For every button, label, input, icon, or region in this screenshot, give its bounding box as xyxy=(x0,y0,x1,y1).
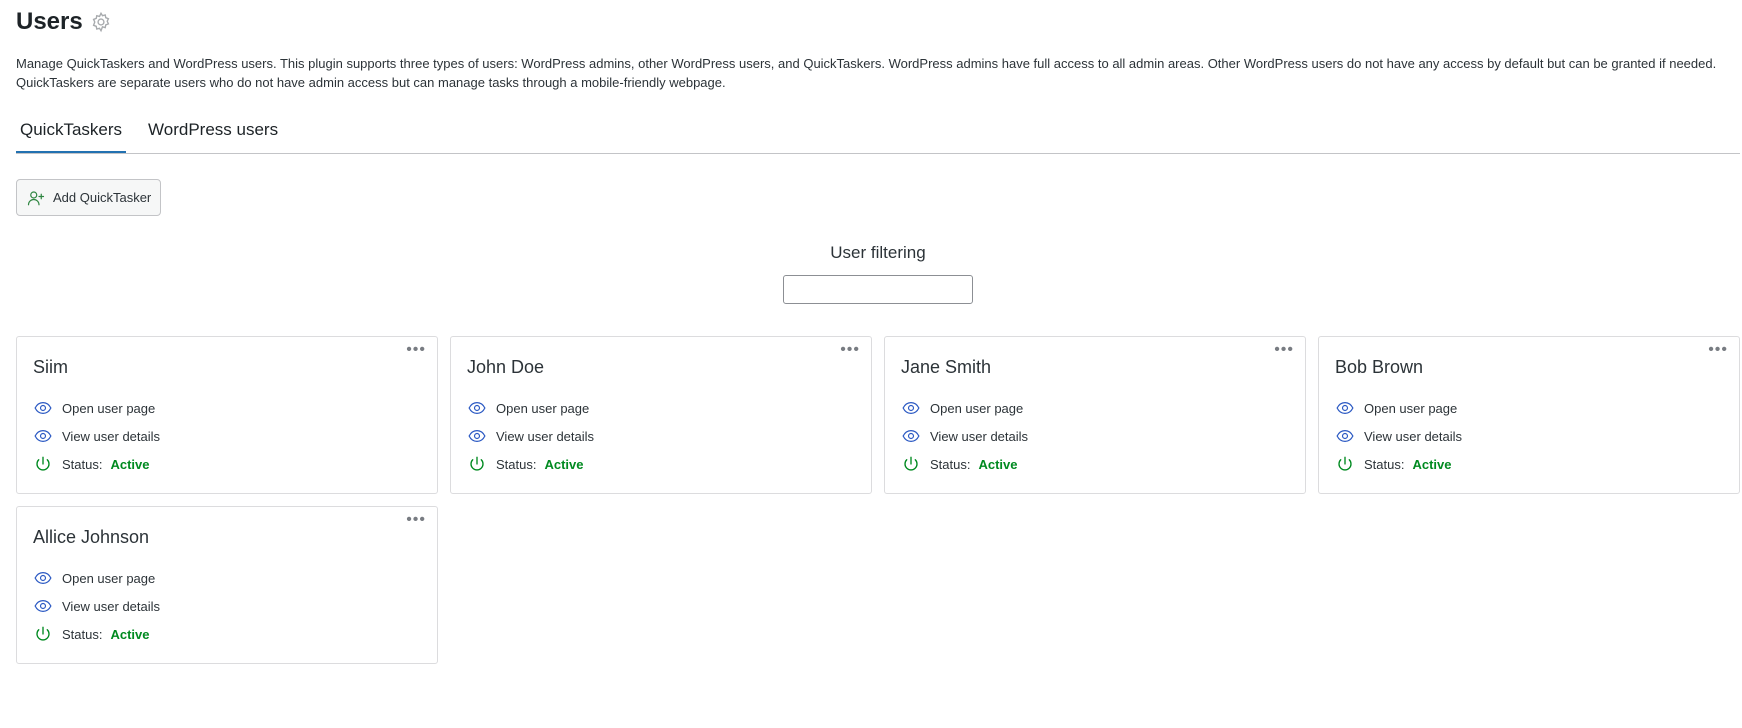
users-page: Users Manage QuickTaskers and WordPress … xyxy=(0,0,1742,664)
open-user-page-label: Open user page xyxy=(62,400,156,416)
status-label: Status: xyxy=(496,456,537,472)
status-row[interactable]: Status: Active xyxy=(901,450,1289,478)
status-value: Active xyxy=(978,456,1018,472)
view-user-details-link[interactable]: View user details xyxy=(1335,422,1723,450)
tab-bar: QuickTaskers WordPress users xyxy=(16,114,1740,154)
user-card: ••• Bob Brown Open user page View user d… xyxy=(1318,336,1740,494)
view-user-details-label: View user details xyxy=(496,428,595,444)
open-user-page-label: Open user page xyxy=(496,400,590,416)
user-plus-icon xyxy=(27,189,45,207)
user-name: Jane Smith xyxy=(901,357,992,377)
view-user-details-link[interactable]: View user details xyxy=(467,422,855,450)
status-value: Active xyxy=(1412,456,1452,472)
user-name: John Doe xyxy=(467,357,545,377)
more-dots-icon[interactable]: ••• xyxy=(406,512,426,528)
status-row[interactable]: Status: Active xyxy=(33,450,421,478)
user-card: ••• John Doe Open user page View user de… xyxy=(450,336,872,494)
status-label: Status: xyxy=(930,456,971,472)
user-name: Siim xyxy=(33,357,68,377)
status-value: Active xyxy=(110,456,150,472)
user-name: Bob Brown xyxy=(1335,357,1424,377)
open-user-page-link[interactable]: Open user page xyxy=(33,394,421,422)
eye-icon xyxy=(33,398,53,418)
power-icon xyxy=(1335,454,1355,474)
eye-icon xyxy=(467,426,487,446)
status-label: Status: xyxy=(62,626,103,642)
user-name: Allice Johnson xyxy=(33,527,150,547)
power-icon xyxy=(901,454,921,474)
power-icon xyxy=(33,454,53,474)
view-user-details-link[interactable]: View user details xyxy=(33,592,421,620)
view-user-details-link[interactable]: View user details xyxy=(901,422,1289,450)
status-value: Active xyxy=(544,456,584,472)
tab-quicktaskers[interactable]: QuickTaskers xyxy=(16,114,127,153)
view-user-details-label: View user details xyxy=(930,428,1029,444)
more-dots-icon[interactable]: ••• xyxy=(406,342,426,358)
filter-title: User filtering xyxy=(830,243,926,262)
tab-wordpress-users[interactable]: WordPress users xyxy=(144,114,282,153)
view-user-details-label: View user details xyxy=(62,428,161,444)
view-user-details-label: View user details xyxy=(1364,428,1463,444)
open-user-page-label: Open user page xyxy=(1364,400,1458,416)
open-user-page-link[interactable]: Open user page xyxy=(33,564,421,592)
add-quicktasker-button[interactable]: Add QuickTasker xyxy=(16,179,162,216)
open-user-page-link[interactable]: Open user page xyxy=(901,394,1289,422)
user-filtering: User filtering xyxy=(16,243,1740,304)
page-header: Users xyxy=(16,6,1726,38)
status-value: Active xyxy=(110,626,150,642)
user-cards: ••• Siim Open user page View user detail… xyxy=(16,336,1742,664)
eye-icon xyxy=(1335,398,1355,418)
more-dots-icon[interactable]: ••• xyxy=(1274,342,1294,358)
toolbar: Add QuickTasker xyxy=(16,179,1726,216)
status-row[interactable]: Status: Active xyxy=(33,620,421,648)
eye-icon xyxy=(33,568,53,588)
user-card: ••• Jane Smith Open user page View user … xyxy=(884,336,1306,494)
power-icon xyxy=(467,454,487,474)
eye-icon xyxy=(33,596,53,616)
eye-icon xyxy=(901,426,921,446)
more-dots-icon[interactable]: ••• xyxy=(1708,342,1728,358)
filter-input[interactable] xyxy=(783,275,973,304)
page-description: Manage QuickTaskers and WordPress users.… xyxy=(16,56,1717,90)
eye-icon xyxy=(467,398,487,418)
open-user-page-label: Open user page xyxy=(930,400,1024,416)
view-user-details-label: View user details xyxy=(62,598,161,614)
view-user-details-link[interactable]: View user details xyxy=(33,422,421,450)
status-row[interactable]: Status: Active xyxy=(1335,450,1723,478)
user-card: ••• Siim Open user page View user detail… xyxy=(16,336,438,494)
open-user-page-link[interactable]: Open user page xyxy=(1335,394,1723,422)
power-icon xyxy=(33,624,53,644)
page-title: Users xyxy=(16,8,83,35)
add-quicktasker-label: Add QuickTasker xyxy=(53,190,152,205)
more-dots-icon[interactable]: ••• xyxy=(840,342,860,358)
eye-icon xyxy=(1335,426,1355,446)
eye-icon xyxy=(901,398,921,418)
open-user-page-label: Open user page xyxy=(62,570,156,586)
gear-icon[interactable] xyxy=(89,10,113,34)
eye-icon xyxy=(33,426,53,446)
open-user-page-link[interactable]: Open user page xyxy=(467,394,855,422)
user-card: ••• Allice Johnson Open user page View u… xyxy=(16,506,438,664)
status-label: Status: xyxy=(62,456,103,472)
status-label: Status: xyxy=(1364,456,1405,472)
status-row[interactable]: Status: Active xyxy=(467,450,855,478)
